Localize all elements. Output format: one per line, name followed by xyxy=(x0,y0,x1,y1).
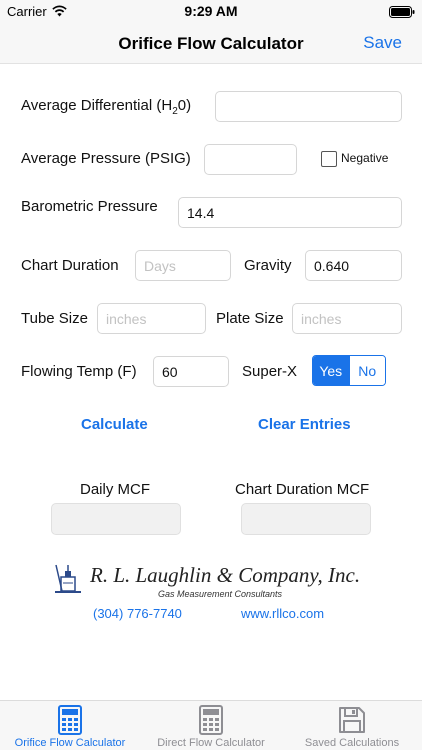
daily-mcf-output xyxy=(51,503,181,535)
super-x-toggle[interactable]: Yes No xyxy=(312,355,386,386)
average-pressure-input[interactable] xyxy=(204,144,297,175)
gravity-label: Gravity xyxy=(244,257,292,274)
tab-label: Saved Calculations xyxy=(304,737,400,749)
tab-direct-flow-calculator[interactable]: Direct Flow Calculator xyxy=(140,701,282,750)
tab-bar: Orifice Flow Calculator Direct Flow Calc… xyxy=(0,700,422,750)
average-differential-label: Average Differential (H20) xyxy=(21,97,192,117)
daily-mcf-label: Daily MCF xyxy=(80,481,150,498)
negative-checkbox-label: Negative xyxy=(341,151,389,165)
tab-label: Direct Flow Calculator xyxy=(157,737,265,749)
super-x-no-option[interactable]: No xyxy=(348,356,385,385)
plate-size-input[interactable] xyxy=(292,303,402,334)
tube-size-label: Tube Size xyxy=(21,310,88,327)
barometric-pressure-label: Barometric Pressure xyxy=(21,198,158,215)
calculator-icon xyxy=(199,705,223,735)
flowing-temp-input[interactable] xyxy=(153,356,229,387)
status-bar: Carrier 9:29 AM xyxy=(0,0,422,24)
tab-saved-calculations[interactable]: Saved Calculations xyxy=(282,701,422,750)
battery-icon xyxy=(389,6,415,18)
company-name: R. L. Laughlin & Company, Inc. xyxy=(90,563,361,587)
clear-entries-button[interactable]: Clear Entries xyxy=(258,416,351,433)
floppy-disk-icon xyxy=(339,707,365,733)
chart-duration-input[interactable] xyxy=(135,250,231,281)
company-tagline: Gas Measurement Consultants xyxy=(158,589,283,599)
tab-label: Orifice Flow Calculator xyxy=(14,737,126,749)
save-button[interactable]: Save xyxy=(363,33,402,53)
flowing-temp-label: Flowing Temp (F) xyxy=(21,363,137,380)
website-link[interactable]: www.rllco.com xyxy=(241,606,324,621)
gravity-input[interactable] xyxy=(305,250,402,281)
phone-link[interactable]: (304) 776-7740 xyxy=(93,606,182,621)
plate-size-label: Plate Size xyxy=(216,310,284,327)
super-x-label: Super-X xyxy=(242,363,298,380)
barometric-pressure-input[interactable] xyxy=(178,197,402,228)
super-x-yes-option[interactable]: Yes xyxy=(313,356,349,385)
chart-duration-mcf-output xyxy=(241,503,371,535)
navigation-bar: Orifice Flow Calculator Save xyxy=(0,24,422,64)
calculate-button[interactable]: Calculate xyxy=(81,416,148,433)
negative-checkbox[interactable] xyxy=(321,151,337,167)
page-title: Orifice Flow Calculator xyxy=(118,34,304,53)
company-logo-icon xyxy=(55,564,81,593)
status-time: 9:29 AM xyxy=(184,3,238,19)
average-differential-input[interactable] xyxy=(215,91,402,122)
calculator-icon xyxy=(58,705,82,735)
tab-orifice-flow-calculator[interactable]: Orifice Flow Calculator xyxy=(0,701,140,750)
chart-duration-mcf-label: Chart Duration MCF xyxy=(235,481,370,498)
average-pressure-label: Average Pressure (PSIG) xyxy=(21,150,191,167)
chart-duration-label: Chart Duration xyxy=(21,257,119,274)
tube-size-input[interactable] xyxy=(97,303,206,334)
